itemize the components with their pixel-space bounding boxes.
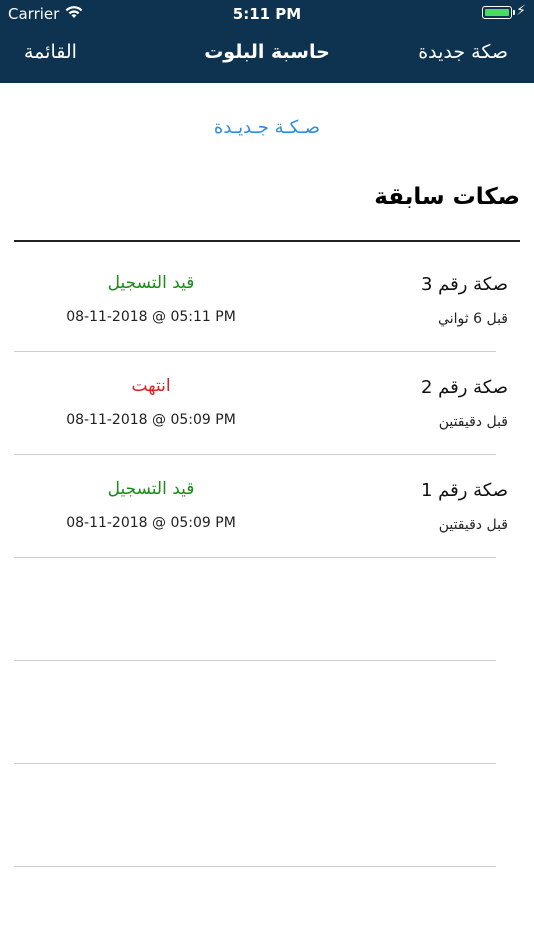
new-game-nav-button[interactable]: صكة جديدة <box>418 41 508 63</box>
row-divider <box>14 866 496 867</box>
game-status: قيد التسجيل <box>107 479 195 499</box>
game-time-ago: قبل دقيقتين <box>438 517 508 533</box>
game-name: صكة رقم 1 <box>420 480 508 501</box>
game-name: صكة رقم 3 <box>420 274 508 295</box>
new-game-link[interactable]: صـكـة جـديـدة <box>0 117 534 138</box>
status-time: 5:11 PM <box>232 5 302 23</box>
empty-row <box>0 764 534 867</box>
game-name: صكة رقم 2 <box>420 377 508 398</box>
charging-bolt-icon: ⚡︎ <box>516 3 526 19</box>
game-row[interactable]: صكة رقم 3 قبل 6 ثواني قيد التسجيل 08-11-… <box>0 249 534 352</box>
section-title: صكات سابقة <box>374 184 520 210</box>
top-bar: Carrier 5:11 PM ⚡︎ القائمة حاسبة البلوت … <box>0 0 534 83</box>
game-row[interactable]: صكة رقم 2 قبل دقيقتين انتهت 08-11-2018 @… <box>0 352 534 455</box>
game-status: انتهت <box>131 376 171 396</box>
game-status: قيد التسجيل <box>107 273 195 293</box>
empty-row <box>0 558 534 661</box>
game-date: 08-11-2018 @ 05:09 PM <box>66 515 236 531</box>
section-divider <box>14 240 520 242</box>
game-date: 08-11-2018 @ 05:11 PM <box>66 309 236 325</box>
game-row[interactable]: صكة رقم 1 قبل دقيقتين قيد التسجيل 08-11-… <box>0 455 534 558</box>
battery-icon <box>482 6 515 19</box>
empty-row <box>0 661 534 764</box>
game-date: 08-11-2018 @ 05:09 PM <box>66 412 236 428</box>
status-bar: Carrier 5:11 PM ⚡︎ <box>0 0 534 28</box>
game-time-ago: قبل دقيقتين <box>438 414 508 430</box>
game-time-ago: قبل 6 ثواني <box>438 311 508 327</box>
